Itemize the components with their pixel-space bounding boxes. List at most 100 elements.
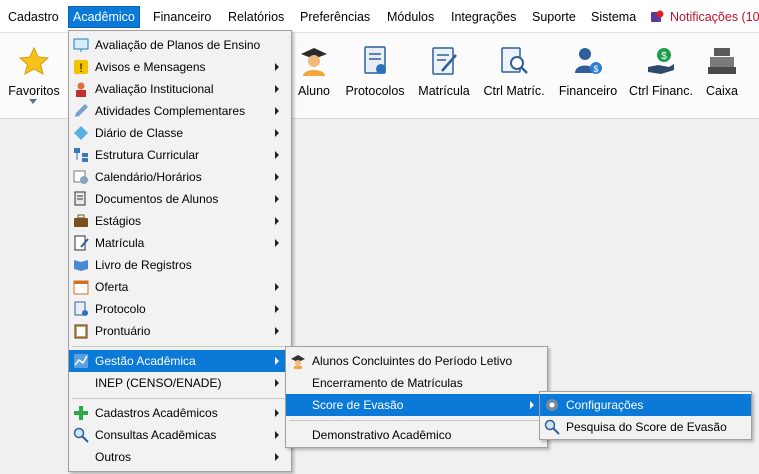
toolbar-aluno-button[interactable]: Aluno <box>292 33 336 119</box>
toolbar-matricula-button[interactable]: Matrícula <box>414 33 474 119</box>
toolbar-financeiro-button[interactable]: $ Financeiro <box>556 33 620 119</box>
chevron-right-icon <box>275 283 279 291</box>
toolbar-ctrl-financ-button[interactable]: $ Ctrl Financ. <box>626 33 696 119</box>
chevron-right-icon <box>530 401 534 409</box>
svg-text:$: $ <box>661 51 667 62</box>
menu-separator <box>289 420 544 421</box>
chevron-down-icon[interactable] <box>29 99 37 104</box>
menu-item-atividades-complementares[interactable]: Atividades Complementares <box>69 100 291 122</box>
toolbar-ctrl-matric-label: Ctrl Matríc. <box>483 84 545 98</box>
menu-item-alunos-concluintes[interactable]: Alunos Concluintes do Período Letivo <box>286 350 547 372</box>
chevron-right-icon <box>275 379 279 387</box>
menu-item-score-evasao[interactable]: Score de Evasão <box>286 394 547 416</box>
menu-item-outros[interactable]: Outros <box>69 446 291 468</box>
chevron-right-icon <box>275 409 279 417</box>
menu-relatorios[interactable]: Relatórios <box>226 7 286 27</box>
menu-separator <box>72 346 288 347</box>
menu-item-inep[interactable]: INEP (CENSO/ENADE) <box>69 372 291 394</box>
chevron-right-icon <box>275 305 279 313</box>
menu-item-label: Matrícula <box>95 236 145 250</box>
toolbar-protocolos-label: Protocolos <box>345 84 405 98</box>
menu-item-calendario-horarios[interactable]: Calendário/Horários <box>69 166 291 188</box>
toolbar-protocolos-button[interactable]: Protocolos <box>342 33 408 119</box>
menu-item-oferta[interactable]: Oferta <box>69 276 291 298</box>
menu-item-livro-registros[interactable]: Livro de Registros <box>69 254 291 276</box>
menu-item-configuracoes[interactable]: Configurações <box>540 394 751 416</box>
menu-integracoes[interactable]: Integrações <box>449 7 518 27</box>
menu-item-matricula[interactable]: Matrícula <box>69 232 291 254</box>
calendar-clock-icon <box>73 170 88 184</box>
form-edit-icon <box>74 235 89 251</box>
menu-financeiro[interactable]: Financeiro <box>151 7 213 27</box>
presentation-board-icon <box>73 38 89 52</box>
menu-item-label: Cadastros Acadêmicos <box>95 406 218 420</box>
menu-suporte[interactable]: Suporte <box>530 7 578 27</box>
notifications-label: Notificações (10 <box>670 10 759 24</box>
menu-sistema[interactable]: Sistema <box>589 7 638 27</box>
chevron-right-icon <box>275 327 279 335</box>
chevron-right-icon <box>275 239 279 247</box>
chevron-right-icon <box>275 453 279 461</box>
menu-item-label: Protocolo <box>95 302 146 316</box>
toolbar-favoritos-label: Favoritos <box>8 84 60 98</box>
protocol-icon <box>74 301 88 316</box>
search-icon <box>73 427 89 443</box>
menu-item-diario-classe[interactable]: Diário de Classe <box>69 122 291 144</box>
chevron-right-icon <box>275 173 279 181</box>
svg-text:$: $ <box>593 64 598 74</box>
menu-item-avaliacao-planos[interactable]: Avaliação de Planos de Ensino <box>69 34 291 56</box>
calendar-icon <box>73 280 89 295</box>
chevron-right-icon <box>275 217 279 225</box>
menu-modulos[interactable]: Módulos <box>385 7 436 27</box>
chevron-right-icon <box>275 129 279 137</box>
chevron-right-icon <box>275 85 279 93</box>
menu-item-protocolo[interactable]: Protocolo <box>69 298 291 320</box>
chevron-right-icon <box>275 151 279 159</box>
svg-text:!: ! <box>79 61 82 75</box>
menu-item-estagios[interactable]: Estágios <box>69 210 291 232</box>
menu-item-prontuario[interactable]: Prontuário <box>69 320 291 342</box>
menu-academico[interactable]: Acadêmico <box>68 6 140 28</box>
menu-item-consultas-academicas[interactable]: Consultas Acadêmicas <box>69 424 291 446</box>
menu-item-label: Alunos Concluintes do Período Letivo <box>312 354 513 368</box>
menu-item-label: Gestão Acadêmica <box>95 354 196 368</box>
menu-item-label: Oferta <box>95 280 129 294</box>
document-icon <box>74 191 86 206</box>
toolbar-caixa-button[interactable]: Caixa <box>700 33 744 119</box>
toolbar-favoritos-button[interactable]: Favoritos <box>3 33 65 119</box>
menu-item-label: Demonstrativo Acadêmico <box>312 428 452 442</box>
graduation-cap-icon <box>291 355 305 369</box>
menu-item-label: Avisos e Mensagens <box>95 60 206 74</box>
menu-preferencias[interactable]: Preferências <box>298 7 372 27</box>
score-evasao-submenu: Configurações Pesquisa do Score de Evasã… <box>539 391 752 440</box>
chevron-right-icon <box>275 431 279 439</box>
chevron-right-icon <box>275 195 279 203</box>
toolbar-ctrl-matric-button[interactable]: Ctrl Matríc. <box>480 33 548 119</box>
chevron-right-icon <box>275 357 279 365</box>
notification-icon <box>651 10 664 22</box>
menu-item-avaliacao-institucional[interactable]: Avaliação Institucional <box>69 78 291 100</box>
clipboard-icon <box>74 324 88 339</box>
menu-item-documentos-alunos[interactable]: Documentos de Alunos <box>69 188 291 210</box>
pencil-icon <box>75 104 88 117</box>
menu-item-label: Estrutura Curricular <box>95 148 200 162</box>
menu-item-label: Documentos de Alunos <box>95 192 219 206</box>
menu-item-encerramento-matriculas[interactable]: Encerramento de Matrículas <box>286 372 547 394</box>
star-icon <box>18 46 50 76</box>
menu-cadastro[interactable]: Cadastro <box>6 7 61 27</box>
menu-item-demonstrativo-academico[interactable]: Demonstrativo Acadêmico <box>286 424 547 446</box>
search-icon <box>544 419 560 435</box>
menu-item-gestao-academica[interactable]: Gestão Acadêmica <box>69 350 291 372</box>
briefcase-icon <box>74 214 88 227</box>
menu-item-label: Consultas Acadêmicas <box>95 428 217 442</box>
menu-item-label: Outros <box>95 450 132 464</box>
menu-item-label: Calendário/Horários <box>95 170 202 184</box>
menu-item-pesquisa-score[interactable]: Pesquisa do Score de Evasão <box>540 416 751 438</box>
money-hand-icon: $ <box>648 48 674 74</box>
cash-register-icon <box>708 48 736 74</box>
academico-dropdown: Avaliação de Planos de Ensino ! Avisos e… <box>68 30 292 472</box>
chevron-right-icon <box>275 107 279 115</box>
menu-item-cadastros-academicos[interactable]: Cadastros Acadêmicos <box>69 402 291 424</box>
menu-item-estrutura-curricular[interactable]: Estrutura Curricular <box>69 144 291 166</box>
menu-item-avisos-mensagens[interactable]: ! Avisos e Mensagens <box>69 56 291 78</box>
